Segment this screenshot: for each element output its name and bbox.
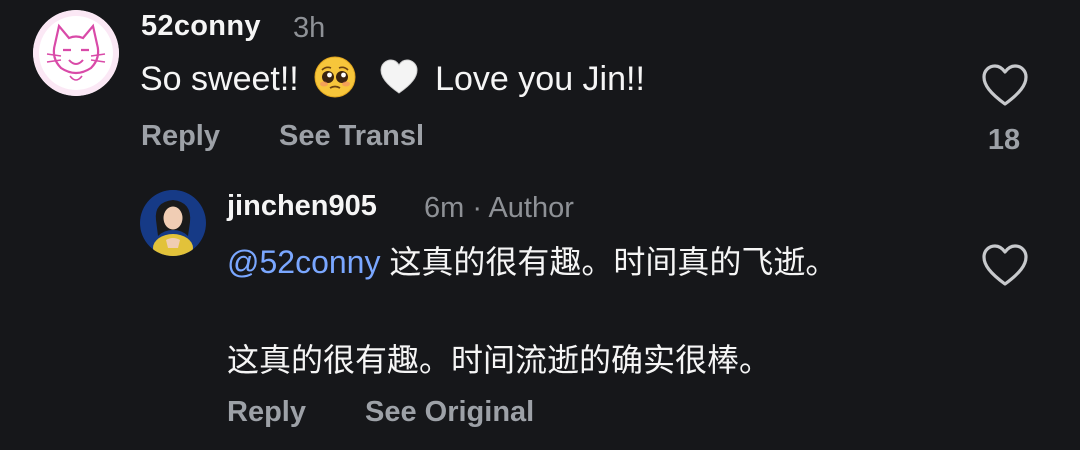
reply-button[interactable]: Reply — [227, 396, 306, 429]
reply-button[interactable]: Reply — [141, 120, 220, 153]
comment-text-part: So sweet!! — [140, 60, 299, 98]
pleading-face-emoji — [314, 56, 356, 98]
like-heart-icon[interactable] — [980, 242, 1030, 288]
comment-timestamp-author: 6m · Author — [424, 192, 574, 224]
comment-text: So sweet!! Love you Jin!! — [140, 56, 645, 102]
translated-text: 这真的很有趣。时间流逝的确实很棒。 — [227, 342, 772, 378]
see-translation-button[interactable]: See Transl — [279, 120, 424, 153]
user-avatar-52conny[interactable] — [33, 10, 119, 96]
see-original-button[interactable]: See Original — [365, 396, 534, 429]
like-count: 18 — [987, 124, 1021, 156]
comment-username[interactable]: 52conny — [141, 10, 261, 43]
comment-text-part: Love you Jin!! — [435, 60, 645, 98]
comment-username[interactable]: jinchen905 — [227, 190, 377, 223]
comment-text: @52conny 这真的很有趣。时间真的飞逝。 — [227, 240, 917, 284]
white-heart-emoji — [378, 56, 420, 98]
like-heart-icon[interactable] — [980, 62, 1030, 108]
cat-doodle-icon — [33, 10, 119, 96]
user-avatar-jinchen905[interactable] — [140, 190, 206, 256]
translation-loading-fade — [450, 118, 540, 158]
comment-text-body: 这真的很有趣。时间真的飞逝。 — [380, 244, 838, 280]
comments-thread: 52conny 3h So sweet!! Love you Jin!! Rep… — [0, 0, 1080, 450]
profile-photo-icon — [140, 190, 206, 256]
mention-link[interactable]: @52conny — [227, 244, 380, 280]
comment-timestamp: 3h — [293, 12, 326, 44]
